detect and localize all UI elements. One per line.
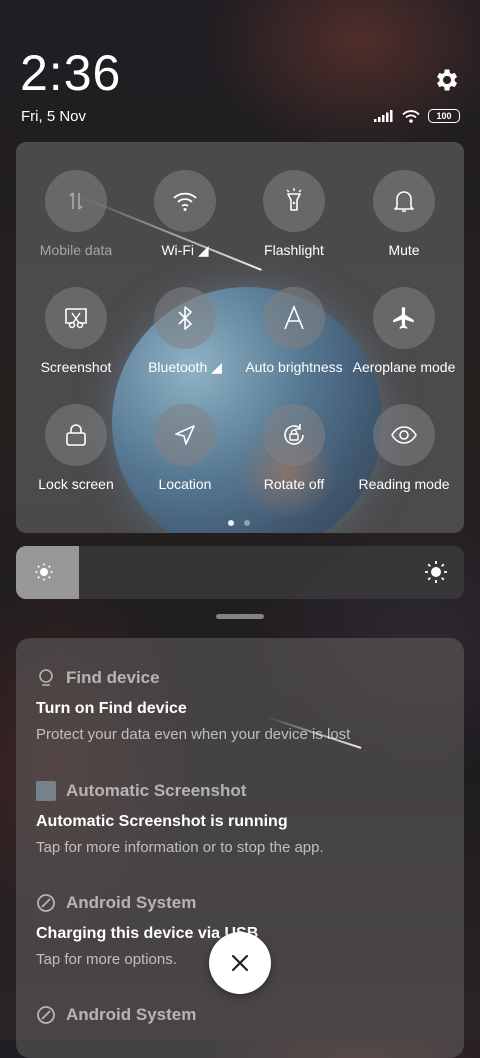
tile-label: Mobile data bbox=[39, 242, 113, 258]
notification-header: Android System bbox=[36, 1005, 456, 1025]
date: Fri, 5 Nov bbox=[21, 108, 87, 125]
tile-flashlight[interactable]: Flashlight bbox=[239, 170, 349, 270]
bell-icon bbox=[394, 191, 414, 212]
tile-label: Mute bbox=[388, 242, 420, 258]
status-bar-icons: 100 bbox=[374, 109, 460, 123]
location-pin-icon bbox=[39, 669, 53, 686]
tile-circle bbox=[373, 404, 435, 466]
page-dot bbox=[228, 520, 234, 526]
tile-circle bbox=[263, 287, 325, 349]
tile-label: Rotate off bbox=[263, 476, 325, 492]
notifications-panel: Find device Turn on Find device Protect … bbox=[16, 638, 464, 1058]
tile-circle bbox=[45, 287, 107, 349]
tile-label: Bluetooth ◢ bbox=[148, 359, 222, 375]
tile-reading-mode[interactable]: Reading mode bbox=[349, 404, 459, 504]
tile-auto-brightness[interactable]: Auto brightness bbox=[239, 287, 349, 387]
bluetooth-icon bbox=[178, 306, 192, 330]
notification-title: Automatic Screenshot is running bbox=[36, 813, 288, 830]
tile-label: Lock screen bbox=[38, 476, 114, 492]
android-system-icon bbox=[37, 894, 55, 912]
tile-label: Aeroplane mode bbox=[352, 359, 456, 375]
tile-mobile-data[interactable]: Mobile data bbox=[21, 170, 131, 270]
tile-circle bbox=[154, 404, 216, 466]
quick-settings-panel: Mobile data Wi-Fi ◢ Flashlight Mute Scre… bbox=[16, 142, 464, 533]
notification-header: Automatic Screenshot bbox=[36, 781, 456, 801]
tile-label: Screenshot bbox=[40, 359, 112, 375]
notification-text: Tap for more information or to stop the … bbox=[36, 839, 324, 856]
tile-mute[interactable]: Mute bbox=[349, 170, 459, 270]
rotate-lock-icon bbox=[284, 424, 304, 445]
eye-icon bbox=[391, 426, 417, 444]
close-icon bbox=[231, 954, 249, 972]
tile-rotate-off[interactable]: Rotate off bbox=[239, 404, 349, 504]
tile-location[interactable]: Location bbox=[130, 404, 240, 504]
notification-automatic-screenshot[interactable]: Automatic Screenshot Automatic Screensho… bbox=[36, 781, 456, 856]
wifi-icon bbox=[173, 192, 197, 211]
tile-aeroplane-mode[interactable]: Aeroplane mode bbox=[349, 287, 459, 387]
flashlight-icon bbox=[286, 188, 302, 211]
brightness-slider[interactable] bbox=[16, 546, 464, 599]
tile-label: Auto brightness bbox=[245, 359, 343, 375]
clear-notifications-button[interactable] bbox=[209, 932, 271, 994]
location-icon bbox=[175, 425, 195, 445]
battery-indicator: 100 bbox=[428, 109, 460, 123]
auto-brightness-icon bbox=[284, 305, 304, 330]
notification-app-name: Automatic Screenshot bbox=[66, 781, 247, 800]
tile-circle bbox=[45, 404, 107, 466]
tile-circle bbox=[263, 170, 325, 232]
notification-header: Android System bbox=[36, 893, 456, 913]
page-dot bbox=[244, 520, 250, 526]
notification-android-system[interactable]: Android System bbox=[36, 1005, 456, 1025]
tile-label: Location bbox=[158, 476, 212, 492]
notification-app-name: Find device bbox=[66, 668, 160, 687]
app-square-icon bbox=[36, 781, 56, 801]
settings-button[interactable] bbox=[432, 66, 460, 94]
brightness-low-icon bbox=[35, 563, 53, 581]
tile-circle bbox=[263, 404, 325, 466]
airplane-icon bbox=[393, 307, 414, 329]
signal-icon bbox=[374, 110, 393, 122]
notification-app-name: Android System bbox=[66, 893, 197, 912]
android-system-icon bbox=[37, 1006, 55, 1024]
screenshot-icon bbox=[65, 308, 87, 329]
tile-screenshot[interactable]: Screenshot bbox=[21, 287, 131, 387]
page-indicator bbox=[228, 520, 250, 526]
notification-header: Find device bbox=[36, 668, 456, 688]
clock: 2:36 bbox=[20, 45, 122, 101]
tile-label: Flashlight bbox=[264, 242, 324, 258]
notification-app-name: Android System bbox=[66, 1005, 197, 1024]
mobile-data-icon bbox=[69, 192, 83, 210]
notification-text: Protect your data even when your device … bbox=[36, 726, 351, 743]
tile-circle bbox=[154, 287, 216, 349]
tile-label: Reading mode bbox=[358, 476, 450, 492]
gear-icon bbox=[437, 69, 458, 91]
lock-icon bbox=[66, 424, 86, 446]
tile-lock-screen[interactable]: Lock screen bbox=[21, 404, 131, 504]
tile-label: Wi-Fi ◢ bbox=[161, 242, 209, 258]
notification-title: Turn on Find device bbox=[36, 700, 187, 717]
notification-find-device[interactable]: Find device Turn on Find device Protect … bbox=[36, 668, 456, 743]
brightness-high-icon bbox=[425, 561, 447, 583]
tile-circle bbox=[373, 287, 435, 349]
tile-circle bbox=[154, 170, 216, 232]
tile-bluetooth[interactable]: Bluetooth ◢ bbox=[130, 287, 240, 387]
drag-handle[interactable] bbox=[216, 614, 264, 619]
wifi-status-icon bbox=[402, 109, 420, 123]
tile-circle bbox=[45, 170, 107, 232]
tile-wifi[interactable]: Wi-Fi ◢ bbox=[130, 170, 240, 270]
tile-circle bbox=[373, 170, 435, 232]
